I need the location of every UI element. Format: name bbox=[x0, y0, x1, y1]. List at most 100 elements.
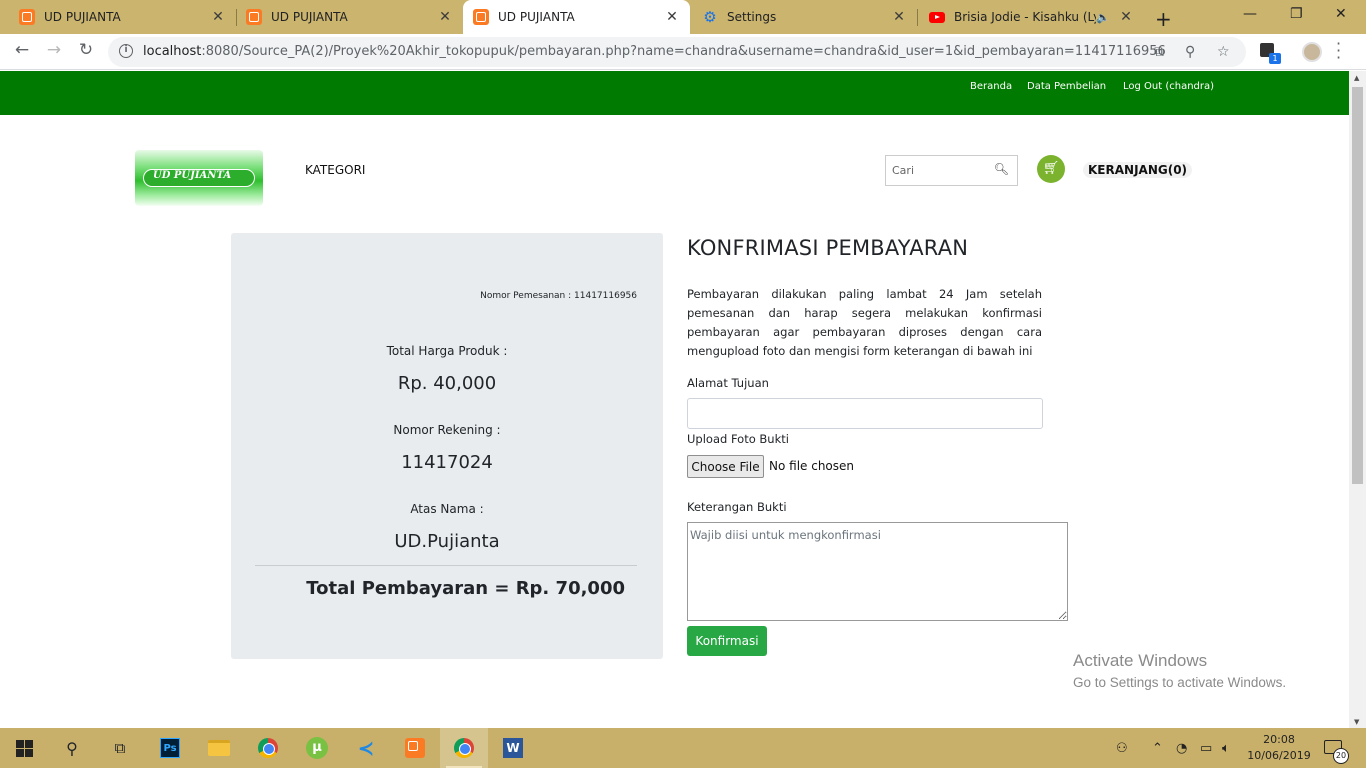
window-close-button[interactable]: ✕ bbox=[1335, 6, 1347, 22]
top-navbar: Beranda Data Pembelian Log Out (chandra) bbox=[0, 71, 1349, 115]
chrome-icon bbox=[258, 738, 278, 758]
page-viewport: Beranda Data Pembelian Log Out (chandra)… bbox=[0, 71, 1349, 728]
clock-time: 20:08 bbox=[1263, 733, 1295, 746]
tab-title: UD PUJIANTA bbox=[44, 10, 121, 24]
browser-tab-strip: UD PUJIANTA ✕ UD PUJIANTA ✕ UD PUJIANTA … bbox=[0, 0, 1366, 34]
browser-tab-active[interactable]: UD PUJIANTA ✕ bbox=[463, 0, 690, 34]
watermark-title: Activate Windows bbox=[1073, 651, 1208, 670]
chrome-active-button[interactable] bbox=[440, 728, 488, 768]
close-icon[interactable]: ✕ bbox=[664, 9, 680, 25]
total-harga-value: Rp. 40,000 bbox=[397, 373, 497, 394]
order-number: Nomor Pemesanan : 11417116956 bbox=[480, 291, 637, 301]
keterangan-textarea[interactable] bbox=[687, 522, 1068, 621]
zoom-icon[interactable]: ⚲ bbox=[1185, 44, 1195, 60]
back-button[interactable]: ← bbox=[10, 40, 34, 60]
page-title: KONFRIMASI PEMBAYARAN bbox=[687, 236, 969, 260]
konfirmasi-button[interactable]: Konfirmasi bbox=[687, 626, 767, 656]
battery-icon[interactable]: ▭ bbox=[1200, 728, 1212, 768]
xampp-icon bbox=[473, 9, 489, 25]
search-input[interactable] bbox=[892, 164, 992, 177]
watermark-subtitle: Go to Settings to activate Windows. bbox=[1073, 675, 1287, 690]
xampp-button[interactable] bbox=[391, 728, 439, 768]
windows-icon bbox=[15, 739, 33, 757]
info-icon[interactable]: i bbox=[119, 44, 133, 58]
chrome-icon bbox=[454, 738, 474, 758]
search-box: 🔍︎ bbox=[885, 155, 1018, 186]
scrollbar-thumb[interactable] bbox=[1352, 87, 1363, 484]
volume-icon[interactable]: 🔈︎ bbox=[1222, 728, 1230, 768]
browser-tab[interactable]: ⚙ Settings ✕ bbox=[690, 0, 917, 34]
browser-tab[interactable]: UD PUJIANTA ✕ bbox=[0, 0, 236, 34]
bookmark-star-icon[interactable]: ☆ bbox=[1217, 44, 1230, 60]
atas-nama-value: UD.Pujianta bbox=[394, 531, 500, 552]
xampp-icon bbox=[405, 738, 425, 758]
nav-link-data-pembelian[interactable]: Data Pembelian bbox=[1027, 81, 1106, 92]
cart-icon[interactable]: 🛒︎ bbox=[1037, 155, 1065, 183]
people-icon[interactable]: ⚇ bbox=[1116, 728, 1128, 768]
logo-text: UD PUJIANTA bbox=[153, 170, 232, 181]
translate-icon[interactable]: ⧉ bbox=[1154, 44, 1164, 60]
browser-tab[interactable]: Brisia Jodie - Kisahku (Lyric 🔈 ✕ bbox=[917, 0, 1144, 34]
search-icon[interactable]: 🔍︎ bbox=[994, 162, 1009, 176]
word-button[interactable]: W bbox=[489, 728, 537, 768]
nav-link-beranda[interactable]: Beranda bbox=[970, 81, 1012, 92]
nav-link-logout[interactable]: Log Out (chandra) bbox=[1123, 81, 1214, 92]
scroll-up-icon[interactable]: ▲ bbox=[1354, 74, 1359, 82]
vscode-icon: ≺ bbox=[357, 736, 375, 760]
browser-tab[interactable]: UD PUJIANTA ✕ bbox=[236, 0, 463, 34]
new-tab-button[interactable]: + bbox=[1155, 7, 1172, 31]
page-scrollbar[interactable]: ▲ ▼ bbox=[1349, 71, 1366, 728]
taskbar-clock[interactable]: 20:08 10/06/2019 bbox=[1244, 732, 1314, 764]
payment-summary-card: Nomor Pemesanan : 11417116956 Total Harg… bbox=[231, 233, 663, 659]
address-bar[interactable]: i localhost:8080/Source_PA(2)/Proyek%20A… bbox=[108, 37, 1246, 67]
divider bbox=[255, 565, 637, 566]
folder-icon bbox=[208, 740, 230, 756]
utorrent-icon: µ bbox=[306, 737, 328, 759]
youtube-icon bbox=[929, 9, 945, 25]
chrome-button[interactable] bbox=[244, 728, 292, 768]
speaker-icon[interactable]: 🔈 bbox=[1096, 11, 1110, 24]
rekening-label: Nomor Rekening : bbox=[393, 423, 501, 437]
total-harga-label: Total Harga Produk : bbox=[386, 344, 508, 358]
utorrent-button[interactable]: µ bbox=[293, 728, 341, 768]
activate-windows-watermark: Activate Windows Go to Settings to activ… bbox=[1073, 651, 1286, 690]
upload-label: Upload Foto Bukti bbox=[687, 432, 789, 446]
close-icon[interactable]: ✕ bbox=[1118, 9, 1134, 25]
task-view-button[interactable]: ⧉ bbox=[96, 728, 144, 768]
close-icon[interactable]: ✕ bbox=[891, 9, 907, 25]
start-button[interactable] bbox=[0, 728, 48, 768]
wifi-icon[interactable]: ◔ bbox=[1176, 728, 1187, 768]
scroll-down-icon[interactable]: ▼ bbox=[1354, 718, 1359, 726]
close-icon[interactable]: ✕ bbox=[210, 9, 226, 25]
tab-title: Brisia Jodie - Kisahku (Lyric bbox=[954, 10, 1096, 24]
browser-toolbar: ← → ↻ i localhost:8080/Source_PA(2)/Proy… bbox=[0, 34, 1366, 70]
minimize-button[interactable]: — bbox=[1243, 6, 1257, 22]
clock-date: 10/06/2019 bbox=[1247, 749, 1311, 762]
reload-button[interactable]: ↻ bbox=[74, 40, 98, 60]
file-explorer-button[interactable] bbox=[195, 728, 243, 768]
forward-button[interactable]: → bbox=[42, 40, 66, 60]
task-view-icon: ⧉ bbox=[114, 739, 126, 757]
tab-title: UD PUJIANTA bbox=[271, 10, 348, 24]
chevron-up-icon[interactable]: ⌃ bbox=[1152, 728, 1163, 768]
notification-badge: 20 bbox=[1333, 748, 1349, 764]
alamat-input[interactable] bbox=[687, 398, 1043, 429]
restore-button[interactable]: ❐ bbox=[1290, 6, 1303, 22]
xampp-icon bbox=[19, 9, 35, 25]
vscode-button[interactable]: ≺ bbox=[342, 728, 390, 768]
avatar[interactable] bbox=[1302, 42, 1322, 62]
logo[interactable]: UD PUJIANTA bbox=[135, 150, 263, 206]
cart-link[interactable]: KERANJANG(0) bbox=[1083, 162, 1193, 178]
photoshop-button[interactable]: Ps bbox=[146, 728, 194, 768]
search-icon: ⚲ bbox=[66, 738, 78, 758]
form-description: Pembayaran dilakukan paling lambat 24 Ja… bbox=[687, 287, 1042, 358]
photoshop-icon: Ps bbox=[160, 738, 180, 758]
extension-badge: 1 bbox=[1269, 53, 1281, 64]
choose-file-button[interactable]: Choose File bbox=[687, 455, 764, 478]
browser-menu-icon[interactable]: · · · bbox=[1336, 36, 1341, 66]
close-icon[interactable]: ✕ bbox=[437, 9, 453, 25]
alamat-label: Alamat Tujuan bbox=[687, 376, 769, 390]
kategori-menu[interactable]: KATEGORI bbox=[305, 163, 365, 177]
search-taskbar-button[interactable]: ⚲ bbox=[48, 728, 96, 768]
keterangan-label: Keterangan Bukti bbox=[687, 500, 787, 514]
